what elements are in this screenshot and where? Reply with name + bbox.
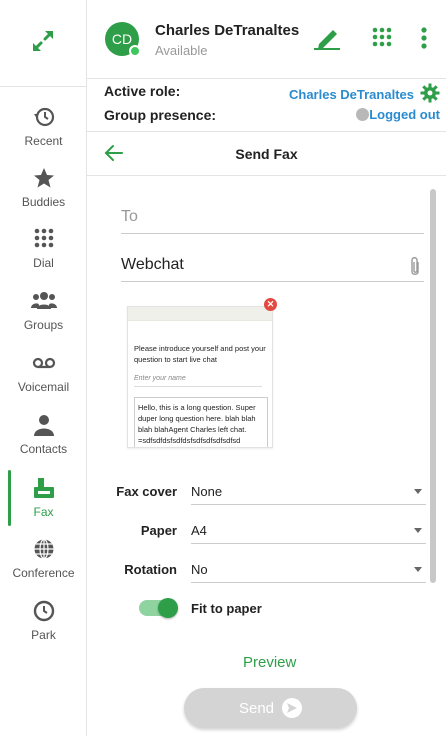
nav-item-contacts[interactable]: Contacts	[0, 411, 87, 456]
nav-item-recent[interactable]: Recent	[0, 103, 87, 148]
presence-dot	[129, 45, 141, 57]
nav-label-dial: Dial	[33, 256, 54, 270]
pencil-icon	[313, 26, 341, 55]
document-preview-thumbnail[interactable]: Please introduce yourself and post your …	[127, 306, 273, 448]
edit-button[interactable]	[313, 26, 341, 55]
user-status: Available	[155, 43, 208, 58]
nav-item-fax[interactable]: Fax	[0, 470, 87, 526]
send-button[interactable]: Send	[184, 688, 357, 728]
dialpad-button[interactable]	[370, 26, 394, 55]
remove-attachment-icon[interactable]: ✕	[264, 298, 277, 311]
presence-status-icon	[356, 108, 370, 121]
contact-icon	[32, 411, 56, 439]
toggle-knob	[158, 598, 178, 618]
nav-item-voicemail[interactable]: Voicemail	[0, 349, 87, 394]
history-icon	[32, 103, 56, 131]
star-icon	[32, 164, 56, 192]
rotation-select[interactable]: No	[191, 557, 426, 583]
chevron-down-icon	[414, 528, 422, 533]
top-header: CD Charles DeTranaltes Available	[87, 0, 446, 79]
park-clock-icon	[32, 597, 56, 625]
nav-label-buddies: Buddies	[21, 195, 66, 209]
group-presence-label: Group presence:	[104, 107, 217, 123]
active-role-value: Charles DeTranaltes	[288, 87, 414, 102]
subject-value: Webchat	[121, 256, 184, 273]
preview-link[interactable]: Preview	[243, 654, 296, 671]
paper-select[interactable]: A4	[191, 518, 426, 544]
send-arrow-icon	[282, 698, 303, 718]
paper-row: Paper A4	[87, 518, 446, 544]
panel-title-bar: Send Fax	[87, 131, 446, 176]
nav-label-voicemail: Voicemail	[17, 380, 70, 394]
nav-label-fax: Fax	[33, 505, 54, 519]
rotation-value: No	[191, 562, 208, 577]
active-role-row: Active role: Charles DeTranaltes	[87, 81, 446, 103]
fax-icon	[32, 474, 56, 502]
fit-to-paper-toggle[interactable]	[139, 598, 178, 618]
fax-cover-label: Fax cover	[116, 484, 177, 499]
gear-icon[interactable]	[420, 83, 440, 106]
preview-header-band	[128, 307, 272, 321]
avatar-initials: CD	[111, 31, 133, 47]
scrollbar[interactable]	[430, 189, 436, 583]
group-presence-value: Logged out	[369, 107, 440, 122]
paperclip-icon[interactable]	[408, 256, 422, 283]
rotation-label: Rotation	[124, 562, 177, 577]
fax-cover-select[interactable]: None	[191, 479, 426, 505]
preview-message-text: Hello, this is a long question. Super du…	[134, 397, 268, 447]
voicemail-icon	[31, 349, 57, 377]
to-placeholder: To	[121, 208, 138, 225]
nav-item-conference[interactable]: Conference	[0, 535, 87, 580]
chevron-down-icon	[414, 489, 422, 494]
nav-label-groups: Groups	[23, 318, 64, 332]
nav-item-groups[interactable]: Groups	[0, 287, 87, 332]
nav-item-dial[interactable]: Dial	[0, 225, 87, 270]
fax-cover-row: Fax cover None	[87, 479, 446, 505]
nav-item-buddies[interactable]: Buddies	[0, 164, 87, 209]
user-name: Charles DeTranaltes	[155, 22, 300, 39]
send-label: Send	[238, 699, 275, 717]
nav-label-park: Park	[31, 628, 56, 642]
preview-name-placeholder: Enter your name	[134, 375, 262, 387]
subject-field[interactable]: Webchat	[121, 256, 424, 282]
nav-label-conference: Conference	[12, 566, 75, 580]
globe-icon	[32, 535, 56, 563]
panel-title: Send Fax	[235, 146, 298, 162]
group-presence-link[interactable]: Logged out	[356, 107, 440, 122]
more-menu-button[interactable]	[420, 26, 428, 55]
nav-label-contacts: Contacts	[19, 442, 68, 456]
chevron-down-icon	[414, 567, 422, 572]
nav-label-recent: Recent	[24, 134, 63, 148]
rotation-row: Rotation No	[87, 557, 446, 583]
nav-item-park[interactable]: Park	[0, 597, 87, 642]
group-presence-row: Group presence: Logged out	[87, 105, 446, 127]
left-nav: Recent Buddies Dial Groups Voicemail Con…	[0, 0, 87, 736]
expand-arrows-icon[interactable]	[30, 28, 56, 59]
fit-to-paper-label: Fit to paper	[191, 601, 262, 616]
paper-value: A4	[191, 523, 207, 538]
dialpad-icon	[32, 225, 56, 253]
groups-icon	[30, 287, 58, 315]
active-role-link[interactable]: Charles DeTranaltes	[289, 83, 440, 106]
preview-intro-text: Please introduce yourself and post your …	[134, 344, 266, 364]
kebab-menu-icon	[420, 26, 428, 55]
active-role-label: Active role:	[104, 83, 181, 99]
to-field[interactable]: To	[121, 208, 424, 234]
avatar[interactable]: CD	[105, 22, 141, 57]
dialpad-icon	[370, 26, 394, 55]
fax-cover-value: None	[191, 484, 223, 499]
paper-label: Paper	[140, 523, 177, 538]
nav-top	[0, 0, 86, 87]
